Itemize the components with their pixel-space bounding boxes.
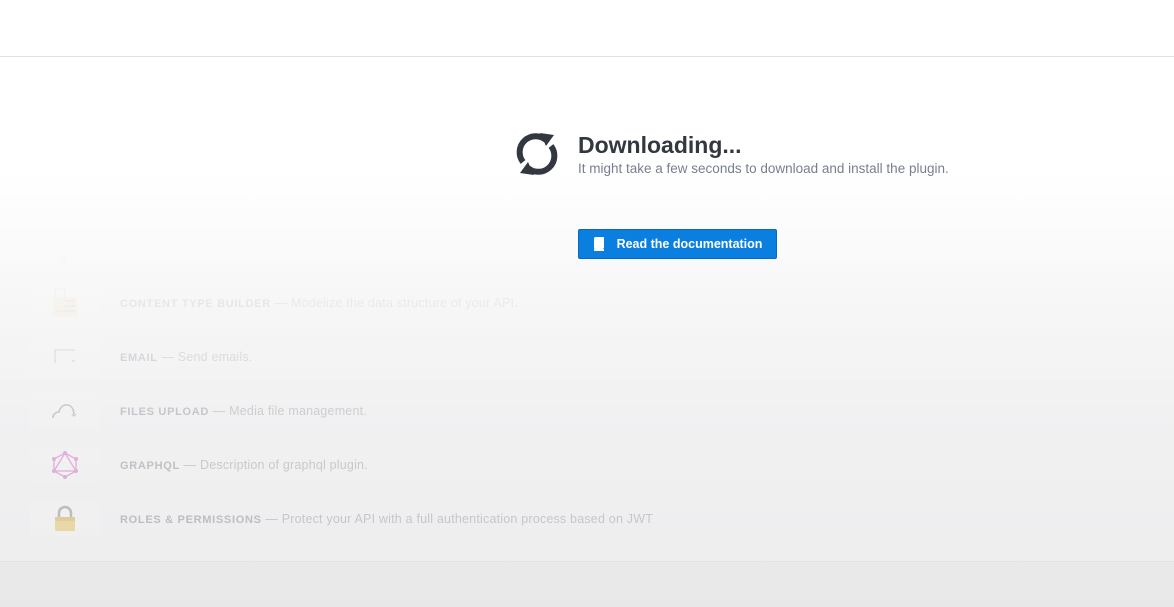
plugin-description-line: ROLES & PERMISSIONS — Protect your API w… bbox=[120, 512, 653, 526]
plugin-separator: — bbox=[274, 296, 288, 310]
read-documentation-button[interactable]: Read the documentation bbox=[578, 229, 777, 259]
content-type-builder-icon bbox=[30, 284, 100, 322]
plugin-name: EMAIL bbox=[120, 352, 158, 364]
lock-icon bbox=[30, 500, 100, 538]
read-documentation-label: Read the documentation bbox=[616, 237, 763, 251]
email-icon bbox=[30, 338, 100, 376]
plugin-row-graphql[interactable]: GRAPHQL — Description of graphql plugin. bbox=[30, 445, 830, 485]
sync-icon bbox=[514, 130, 560, 178]
plugin-name: GRAPHQL bbox=[120, 460, 180, 472]
download-title: Downloading... bbox=[578, 132, 742, 158]
plugin-logo bbox=[30, 238, 100, 276]
plugin-row-files-upload[interactable]: FILES UPLOAD — Media file management. bbox=[30, 391, 830, 431]
plugin-description-line: FILES UPLOAD — Media file management. bbox=[120, 404, 367, 418]
plugin-separator: — bbox=[212, 404, 226, 418]
plugin-name: FILES UPLOAD bbox=[120, 406, 210, 418]
book-icon bbox=[593, 237, 605, 251]
plugin-row-roles-permissions[interactable]: ROLES & PERMISSIONS — Protect your API w… bbox=[30, 499, 830, 539]
plugin-description: Send emails. bbox=[177, 350, 253, 364]
plugin-separator: — bbox=[265, 512, 279, 526]
cloud-upload-icon bbox=[30, 392, 100, 430]
top-bar bbox=[0, 0, 1174, 57]
plugin-description-line: GRAPHQL — Description of graphql plugin. bbox=[120, 458, 368, 472]
plugin-description: Modelize the data structure of your API. bbox=[290, 296, 518, 310]
plugin-separator: — bbox=[183, 458, 197, 472]
plugin-description: Description of graphql plugin. bbox=[199, 458, 368, 472]
download-subtitle: It might take a few seconds to download … bbox=[578, 161, 949, 176]
plugin-description: Protect your API with a full authenticat… bbox=[281, 512, 654, 526]
plugin-separator: — bbox=[161, 350, 175, 364]
plugin-row-content-type-builder[interactable]: CONTENT TYPE BUILDER — Modelize the data… bbox=[30, 283, 830, 323]
graphql-icon bbox=[30, 446, 100, 484]
plugin-description-line: EMAIL — Send emails. bbox=[120, 350, 252, 364]
plugin-name: ROLES & PERMISSIONS bbox=[120, 514, 262, 526]
plugin-description: Media file management. bbox=[229, 404, 367, 418]
download-status: Downloading... It might take a few secon… bbox=[514, 128, 1114, 188]
plugin-row-email[interactable]: EMAIL — Send emails. bbox=[30, 337, 830, 377]
plugin-description-line: CONTENT TYPE BUILDER — Modelize the data… bbox=[120, 296, 518, 310]
plugin-name: CONTENT TYPE BUILDER bbox=[120, 298, 271, 310]
